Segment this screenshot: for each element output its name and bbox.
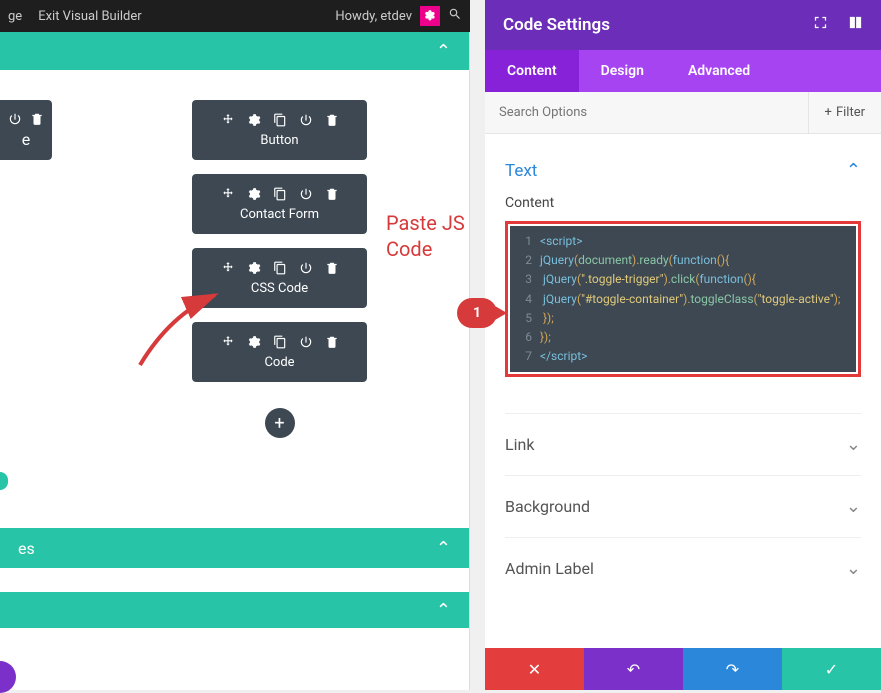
panel-footer: ✕ ↶ ↷ ✓ bbox=[485, 648, 881, 690]
tab-design[interactable]: Design bbox=[579, 50, 666, 92]
power-icon[interactable] bbox=[299, 335, 313, 349]
search-icon[interactable] bbox=[448, 7, 462, 25]
cancel-button[interactable]: ✕ bbox=[485, 648, 584, 690]
accordion-title: Admin Label bbox=[505, 559, 594, 578]
filter-label: Filter bbox=[836, 105, 865, 120]
code-editor[interactable]: 1<script> 2jQuery(document).ready(functi… bbox=[510, 226, 856, 372]
content-field-label: Content bbox=[505, 195, 861, 211]
move-icon[interactable] bbox=[221, 187, 235, 201]
row-header[interactable]: ⌃ bbox=[0, 32, 469, 70]
power-icon[interactable] bbox=[299, 113, 313, 127]
search-row: + Filter bbox=[485, 92, 881, 134]
search-input[interactable] bbox=[485, 105, 808, 120]
chevron-up-icon: ⌃ bbox=[436, 41, 451, 62]
row-header-3[interactable]: ⌃ bbox=[0, 592, 469, 628]
section-handle-purple[interactable] bbox=[0, 661, 16, 693]
tab-content[interactable]: Content bbox=[485, 50, 579, 92]
module-label: CSS Code bbox=[251, 281, 308, 296]
module-partial[interactable]: e bbox=[0, 100, 52, 160]
module-css-code[interactable]: CSS Code bbox=[192, 248, 367, 308]
settings-panel: Code Settings Content Design Advanced + … bbox=[485, 0, 881, 690]
module-label: Button bbox=[260, 133, 298, 148]
panel-title: Code Settings bbox=[503, 15, 610, 35]
howdy-text: Howdy, etdev bbox=[335, 9, 412, 24]
section-title: Text bbox=[505, 161, 537, 181]
accordion-title: Link bbox=[505, 435, 534, 454]
add-module-button[interactable]: + bbox=[265, 408, 295, 438]
power-icon[interactable] bbox=[8, 112, 22, 126]
module-label: Contact Form bbox=[240, 207, 319, 222]
chevron-down-icon: ⌄ bbox=[846, 434, 861, 455]
chevron-down-icon: ⌄ bbox=[846, 558, 861, 579]
exit-builder-link[interactable]: Exit Visual Builder bbox=[38, 9, 141, 24]
module-label: Code bbox=[264, 355, 294, 370]
trash-icon[interactable] bbox=[30, 112, 44, 126]
redo-button[interactable]: ↷ bbox=[683, 648, 782, 690]
trash-icon[interactable] bbox=[325, 335, 339, 349]
row-label: es bbox=[18, 539, 35, 558]
gear-icon[interactable] bbox=[247, 335, 261, 349]
power-icon[interactable] bbox=[299, 187, 313, 201]
module-code[interactable]: Code bbox=[192, 322, 367, 382]
link-section[interactable]: Link ⌄ bbox=[505, 413, 861, 475]
background-section[interactable]: Background ⌄ bbox=[505, 475, 861, 537]
duplicate-icon[interactable] bbox=[273, 335, 287, 349]
chevron-down-icon: ⌄ bbox=[846, 496, 861, 517]
settings-tabs: Content Design Advanced bbox=[485, 50, 881, 92]
module-button[interactable]: Button bbox=[192, 100, 367, 160]
power-icon[interactable] bbox=[299, 261, 313, 275]
top-bar-item[interactable]: ge bbox=[8, 9, 22, 24]
avatar-icon[interactable]: ✽ bbox=[420, 6, 440, 26]
move-icon[interactable] bbox=[221, 261, 235, 275]
admin-top-bar: ge Exit Visual Builder Howdy, etdev ✽ bbox=[0, 0, 470, 32]
move-icon[interactable] bbox=[221, 113, 235, 127]
builder-canvas: ⌃ e Button bbox=[0, 32, 470, 690]
duplicate-icon[interactable] bbox=[273, 187, 287, 201]
gear-icon[interactable] bbox=[247, 113, 261, 127]
save-button[interactable]: ✓ bbox=[782, 648, 881, 690]
move-icon[interactable] bbox=[221, 335, 235, 349]
snap-icon[interactable] bbox=[848, 15, 863, 35]
trash-icon[interactable] bbox=[325, 113, 339, 127]
module-label: e bbox=[22, 130, 30, 149]
admin-label-section[interactable]: Admin Label ⌄ bbox=[505, 537, 861, 599]
chevron-up-icon: ⌃ bbox=[846, 160, 861, 181]
filter-button[interactable]: + Filter bbox=[808, 92, 881, 133]
row-header-2[interactable]: es ⌃ bbox=[0, 528, 469, 568]
accordion-title: Background bbox=[505, 497, 590, 516]
chevron-up-icon: ⌃ bbox=[436, 538, 451, 559]
module-contact-form[interactable]: Contact Form bbox=[192, 174, 367, 234]
gear-icon[interactable] bbox=[247, 261, 261, 275]
duplicate-icon[interactable] bbox=[273, 261, 287, 275]
section-handle[interactable] bbox=[0, 472, 8, 490]
text-section-header[interactable]: Text ⌃ bbox=[505, 152, 861, 195]
trash-icon[interactable] bbox=[325, 187, 339, 201]
trash-icon[interactable] bbox=[325, 261, 339, 275]
duplicate-icon[interactable] bbox=[273, 113, 287, 127]
code-editor-highlight: 1<script> 2jQuery(document).ready(functi… bbox=[505, 221, 861, 377]
tab-advanced[interactable]: Advanced bbox=[666, 50, 772, 92]
undo-button[interactable]: ↶ bbox=[584, 648, 683, 690]
chevron-up-icon: ⌃ bbox=[436, 600, 451, 621]
expand-icon[interactable] bbox=[813, 15, 828, 35]
panel-header: Code Settings bbox=[485, 0, 881, 50]
gear-icon[interactable] bbox=[247, 187, 261, 201]
